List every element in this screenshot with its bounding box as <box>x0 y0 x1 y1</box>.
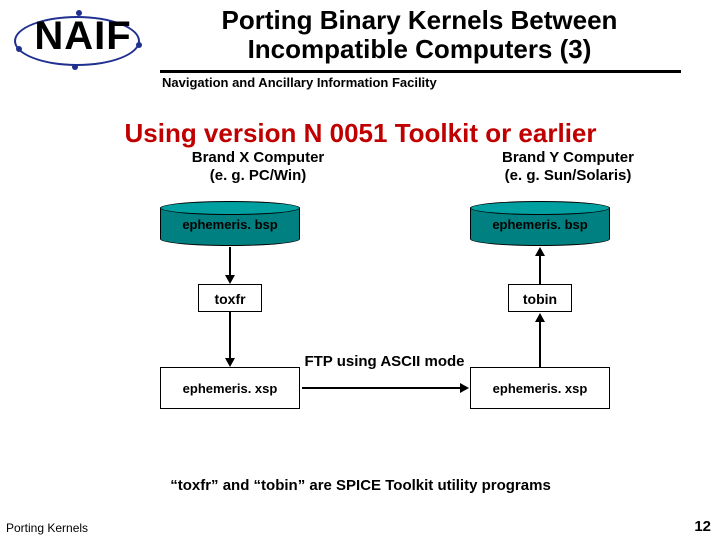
slide-title: Porting Binary Kernels Between Incompati… <box>158 6 681 63</box>
slide-subtitle: Navigation and Ancillary Information Fac… <box>162 75 721 90</box>
right-bsp-cylinder: ephemeris. bsp <box>470 201 610 246</box>
cylinder-top <box>470 201 610 215</box>
page-number: 12 <box>694 518 711 535</box>
right-bsp-label: ephemeris. bsp <box>470 217 610 232</box>
title-block: Porting Binary Kernels Between Incompati… <box>158 6 721 63</box>
logo-text: NAIF <box>8 6 158 66</box>
footnote: “toxfr” and “tobin” are SPICE Toolkit ut… <box>0 477 721 494</box>
title-line-1: Porting Binary Kernels Between <box>222 5 618 35</box>
slide: NAIF Porting Binary Kernels Between Inco… <box>0 0 721 541</box>
brand-x-label: Brand X Computer (e. g. PC/Win) <box>158 149 358 185</box>
left-xsp-box: ephemeris. xsp <box>160 367 300 409</box>
arrow-left-2 <box>229 312 231 360</box>
section-title: Using version N 0051 Toolkit or earlier <box>0 118 721 149</box>
brand-x-line1: Brand X Computer <box>192 149 325 166</box>
ftp-label: FTP using ASCII mode <box>302 353 467 370</box>
footer-left: Porting Kernels <box>6 521 88 535</box>
toxfr-box: toxfr <box>198 284 262 312</box>
brand-y-label: Brand Y Computer (e. g. Sun/Solaris) <box>468 149 668 185</box>
brand-y-line2: (e. g. Sun/Solaris) <box>505 167 632 184</box>
naif-logo: NAIF <box>8 6 158 66</box>
arrow-head-down <box>225 358 235 367</box>
arrow-left-1 <box>229 247 231 277</box>
title-rule <box>160 70 681 73</box>
left-xsp-label: ephemeris. xsp <box>183 381 278 396</box>
arrow-head-down <box>225 275 235 284</box>
arrow-right-2 <box>539 321 541 367</box>
toxfr-label: toxfr <box>214 291 245 307</box>
arrow-head-right <box>460 383 469 393</box>
slide-header: NAIF Porting Binary Kernels Between Inco… <box>0 0 721 66</box>
left-bsp-cylinder: ephemeris. bsp <box>160 201 300 246</box>
left-bsp-label: ephemeris. bsp <box>160 217 300 232</box>
brand-y-line1: Brand Y Computer <box>502 149 634 166</box>
right-xsp-box: ephemeris. xsp <box>470 367 610 409</box>
title-line-2: Incompatible Computers (3) <box>248 34 592 64</box>
cylinder-top <box>160 201 300 215</box>
tobin-label: tobin <box>523 291 557 307</box>
diagram: Brand X Computer (e. g. PC/Win) Brand Y … <box>0 149 721 489</box>
ftp-arrow-line <box>302 387 460 389</box>
brand-x-line2: (e. g. PC/Win) <box>210 167 307 184</box>
tobin-box: tobin <box>508 284 572 312</box>
arrow-right-1 <box>539 255 541 284</box>
right-xsp-label: ephemeris. xsp <box>493 381 588 396</box>
